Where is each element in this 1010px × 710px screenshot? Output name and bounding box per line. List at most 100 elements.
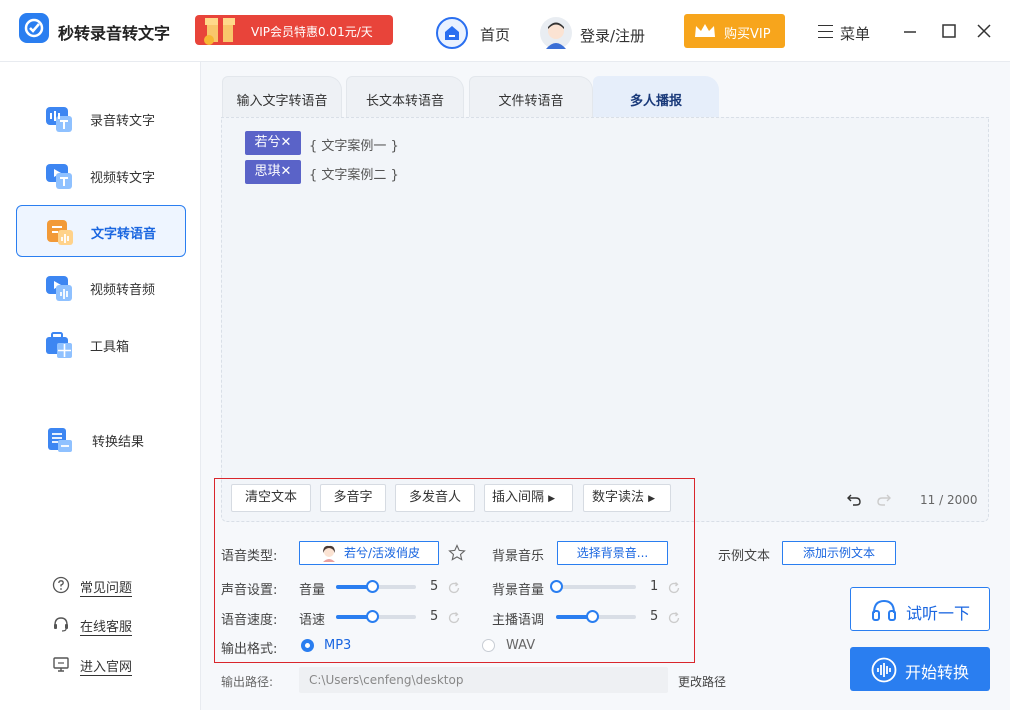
select-bg-music-button[interactable]: 选择背景音... [557, 541, 668, 565]
audio-to-text-icon [46, 107, 72, 132]
start-convert-button[interactable]: 开始转换 [850, 647, 990, 691]
promo-text: VIP会员特惠0.01元/天 [251, 25, 373, 39]
reset-pitch-icon[interactable] [667, 611, 681, 625]
output-path-field[interactable]: C:\Users\cenfeng\desktop [299, 667, 668, 693]
close-button[interactable] [973, 20, 995, 42]
sidebar-item-video-to-text[interactable]: 视频转文字 [16, 150, 186, 202]
remove-tag-icon[interactable]: ✕ [281, 135, 292, 150]
tab-file[interactable]: 文件转语音 [469, 76, 593, 118]
vip-promo-banner[interactable]: VIP会员特惠0.01元/天 [195, 15, 393, 45]
reset-bg-volume-icon[interactable] [667, 581, 681, 595]
sidebar-item-label: 录音转文字 [90, 114, 156, 129]
insert-pause-label: 插入间隔 [492, 490, 545, 505]
speed-slider[interactable] [336, 610, 416, 623]
preview-button[interactable]: 试听一下 [850, 587, 990, 631]
volume-slider-knob[interactable] [366, 580, 379, 593]
format-mp3-radio[interactable] [301, 639, 314, 652]
sample-text-label: 示例文本 [718, 549, 771, 564]
monitor-icon [53, 657, 69, 672]
favorite-star-icon[interactable] [448, 544, 466, 562]
menu-button[interactable]: 菜单 [818, 17, 882, 47]
minimize-button[interactable] [899, 20, 921, 42]
redo-icon[interactable] [876, 491, 892, 507]
results-icon [48, 428, 72, 452]
preview-label: 试听一下 [906, 604, 971, 623]
sidebar-item-video-to-audio[interactable]: 视频转音频 [16, 262, 186, 314]
pitch-slider-knob[interactable] [586, 610, 599, 623]
tab-long-text[interactable]: 长文本转语音 [346, 76, 464, 118]
play-arrow-icon: ▶ [548, 494, 556, 504]
voice-select-button[interactable]: 若兮/活泼俏皮 [299, 541, 439, 565]
sidebar-item-text-to-speech[interactable]: 文字转语音 [16, 205, 186, 257]
speed-slider-knob[interactable] [366, 610, 379, 623]
question-icon [52, 576, 70, 594]
change-path-link[interactable]: 更改路径 [678, 673, 726, 690]
add-sample-text-button[interactable]: 添加示例文本 [782, 541, 896, 565]
app-logo-icon [19, 13, 49, 43]
reset-volume-icon[interactable] [447, 581, 461, 595]
app-window: 秒转录音转文字 VIP会员特惠0.01元/天 首页 登录/注册 购买VIP 菜单 [0, 0, 1010, 710]
audio-wave-icon [871, 657, 897, 683]
website-label: 进入官网 [80, 656, 133, 676]
avatar-icon [540, 17, 572, 49]
header: 秒转录音转文字 VIP会员特惠0.01元/天 首页 登录/注册 购买VIP 菜单 [0, 0, 1010, 62]
sidebar-item-audio-to-text[interactable]: 录音转文字 [16, 93, 186, 145]
multi-speaker-button[interactable]: 多发音人 [395, 484, 475, 512]
speaker-tag[interactable]: 若兮✕ [245, 131, 301, 155]
login-register-button[interactable]: 登录/注册 [540, 17, 660, 49]
remove-tag-icon[interactable]: ✕ [281, 164, 292, 179]
start-convert-label: 开始转换 [905, 663, 970, 682]
text-editor[interactable]: 若兮✕ { 文字案例一 } 思琪✕ { 文字案例二 } [221, 117, 989, 522]
faq-label: 常见问题 [80, 577, 133, 597]
format-wav-radio[interactable] [482, 639, 495, 652]
gift-icon [204, 18, 235, 45]
clear-text-button[interactable]: 清空文本 [231, 484, 311, 512]
sidebar: 录音转文字 视频转文字 文字转语音 视频转音频 工具箱 转换结果 常见问题 在线… [0, 62, 201, 710]
bg-volume-slider[interactable] [550, 580, 636, 593]
format-mp3-label[interactable]: MP3 [324, 638, 351, 653]
sidebar-item-label: 转换结果 [92, 435, 145, 450]
speaker-tag[interactable]: 思琪✕ [245, 160, 301, 184]
speed-label: 语速 [299, 613, 326, 628]
volume-value: 5 [430, 579, 439, 594]
bg-volume-label: 背景音量 [492, 583, 545, 598]
line-text: { 文字案例二 } [309, 168, 399, 183]
sidebar-item-toolbox[interactable]: 工具箱 [16, 319, 186, 371]
number-reading-button[interactable]: 数字读法 ▶ [583, 484, 671, 512]
speaker-name: 若兮 [254, 135, 281, 150]
output-format-label: 输出格式: [221, 642, 278, 657]
sidebar-item-label: 文字转语音 [91, 227, 157, 242]
volume-slider[interactable] [336, 580, 416, 593]
speaker-name: 思琪 [254, 164, 281, 179]
crown-icon [695, 24, 715, 37]
close-icon [977, 24, 991, 38]
tab-multi-speaker[interactable]: 多人播报 [593, 76, 719, 118]
sidebar-item-label: 视频转文字 [90, 171, 156, 186]
voice-avatar-icon [323, 545, 335, 562]
hamburger-icon [818, 25, 833, 38]
maximize-button[interactable] [938, 20, 960, 42]
headphones-icon [872, 599, 896, 621]
undo-icon[interactable] [846, 491, 862, 507]
sidebar-item-results[interactable]: 转换结果 [16, 414, 186, 466]
buy-vip-label: 购买VIP [724, 27, 771, 42]
line-text: { 文字案例一 } [309, 139, 399, 154]
insert-pause-button[interactable]: 插入间隔 ▶ [484, 484, 573, 512]
reset-speed-icon[interactable] [447, 611, 461, 625]
speed-value: 5 [430, 609, 439, 624]
sidebar-item-label: 工具箱 [90, 340, 130, 355]
buy-vip-button[interactable]: 购买VIP [684, 14, 785, 48]
video-to-audio-icon [46, 276, 72, 301]
minimize-icon [904, 31, 916, 33]
pitch-label: 主播语调 [492, 613, 545, 628]
format-wav-label[interactable]: WAV [506, 638, 535, 653]
sidebar-item-label: 视频转音频 [90, 283, 156, 298]
support-label: 在线客服 [80, 616, 133, 636]
app-name: 秒转录音转文字 [58, 24, 171, 43]
home-nav-button[interactable]: 首页 [436, 17, 526, 49]
tab-input-text[interactable]: 输入文字转语音 [222, 76, 342, 118]
polyphone-button[interactable]: 多音字 [320, 484, 386, 512]
play-arrow-icon: ▶ [648, 494, 656, 504]
bg-volume-slider-knob[interactable] [550, 580, 563, 593]
pitch-slider[interactable] [556, 610, 636, 623]
